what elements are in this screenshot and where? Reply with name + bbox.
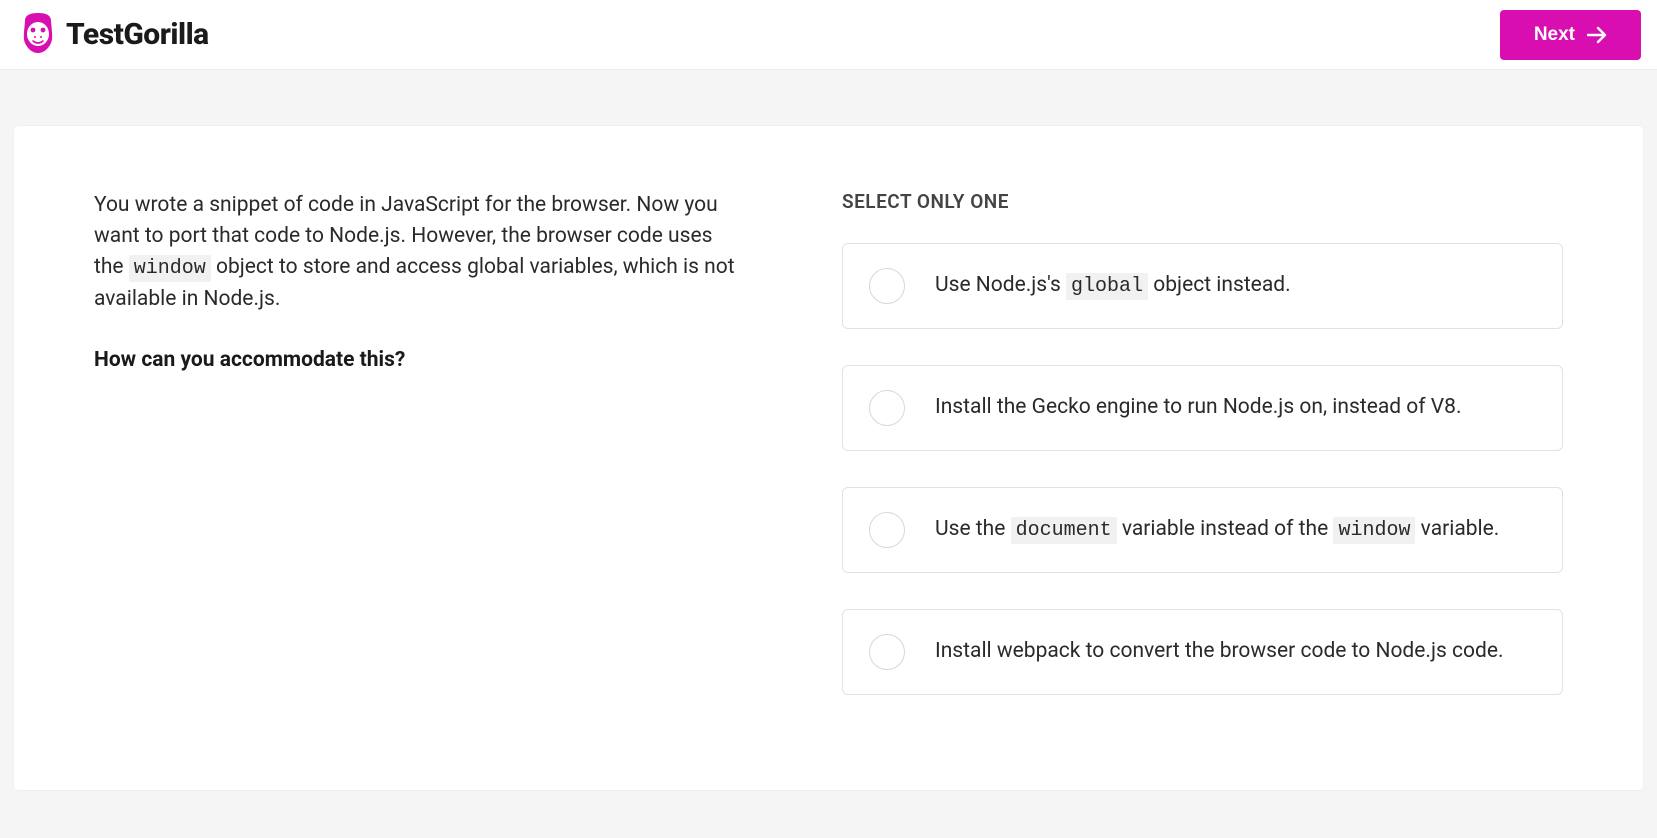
option-text-pre: Use Node.js's — [935, 273, 1066, 297]
answer-option-1-text: Use Node.js's global object instead. — [935, 271, 1291, 301]
radio-unchecked-icon — [869, 634, 905, 670]
answers-column: SELECT ONLY ONE Use Node.js's global obj… — [842, 190, 1563, 726]
answer-option-4-text: Install webpack to convert the browser c… — [935, 637, 1504, 666]
option-text-pre: Install the Gecko engine to run Node.js … — [935, 395, 1462, 419]
select-instruction: SELECT ONLY ONE — [842, 190, 1563, 213]
arrow-right-icon — [1587, 26, 1607, 44]
brand-logo: TestGorilla — [20, 12, 209, 58]
code-token-document: document — [1011, 517, 1117, 544]
answer-option-1[interactable]: Use Node.js's global object instead. — [842, 243, 1563, 329]
question-body: You wrote a snippet of code in JavaScrip… — [94, 190, 742, 315]
code-token-window: window — [1333, 517, 1415, 544]
radio-unchecked-icon — [869, 268, 905, 304]
next-button[interactable]: Next — [1500, 10, 1641, 60]
answer-option-3[interactable]: Use the document variable instead of the… — [842, 487, 1563, 573]
next-button-label: Next — [1534, 24, 1575, 46]
option-text-pre: Install webpack to convert the browser c… — [935, 639, 1504, 663]
option-text-mid: variable instead of the — [1117, 517, 1334, 541]
question-card: You wrote a snippet of code in JavaScrip… — [14, 126, 1643, 790]
option-text-post: object instead. — [1148, 273, 1291, 297]
answer-option-3-text: Use the document variable instead of the… — [935, 515, 1499, 545]
question-column: You wrote a snippet of code in JavaScrip… — [94, 190, 742, 726]
radio-unchecked-icon — [869, 390, 905, 426]
option-text-pre: Use the — [935, 517, 1011, 541]
answer-option-2[interactable]: Install the Gecko engine to run Node.js … — [842, 365, 1563, 451]
brand-name: TestGorilla — [66, 17, 209, 52]
question-prompt: How can you accommodate this? — [94, 345, 742, 377]
code-token-window: window — [129, 255, 211, 282]
radio-unchecked-icon — [869, 512, 905, 548]
gorilla-icon — [20, 12, 56, 58]
header-bar: TestGorilla Next — [0, 0, 1657, 70]
code-token-global: global — [1066, 273, 1148, 300]
answer-option-2-text: Install the Gecko engine to run Node.js … — [935, 393, 1462, 422]
option-text-post: variable. — [1415, 517, 1499, 541]
answer-option-4[interactable]: Install webpack to convert the browser c… — [842, 609, 1563, 695]
